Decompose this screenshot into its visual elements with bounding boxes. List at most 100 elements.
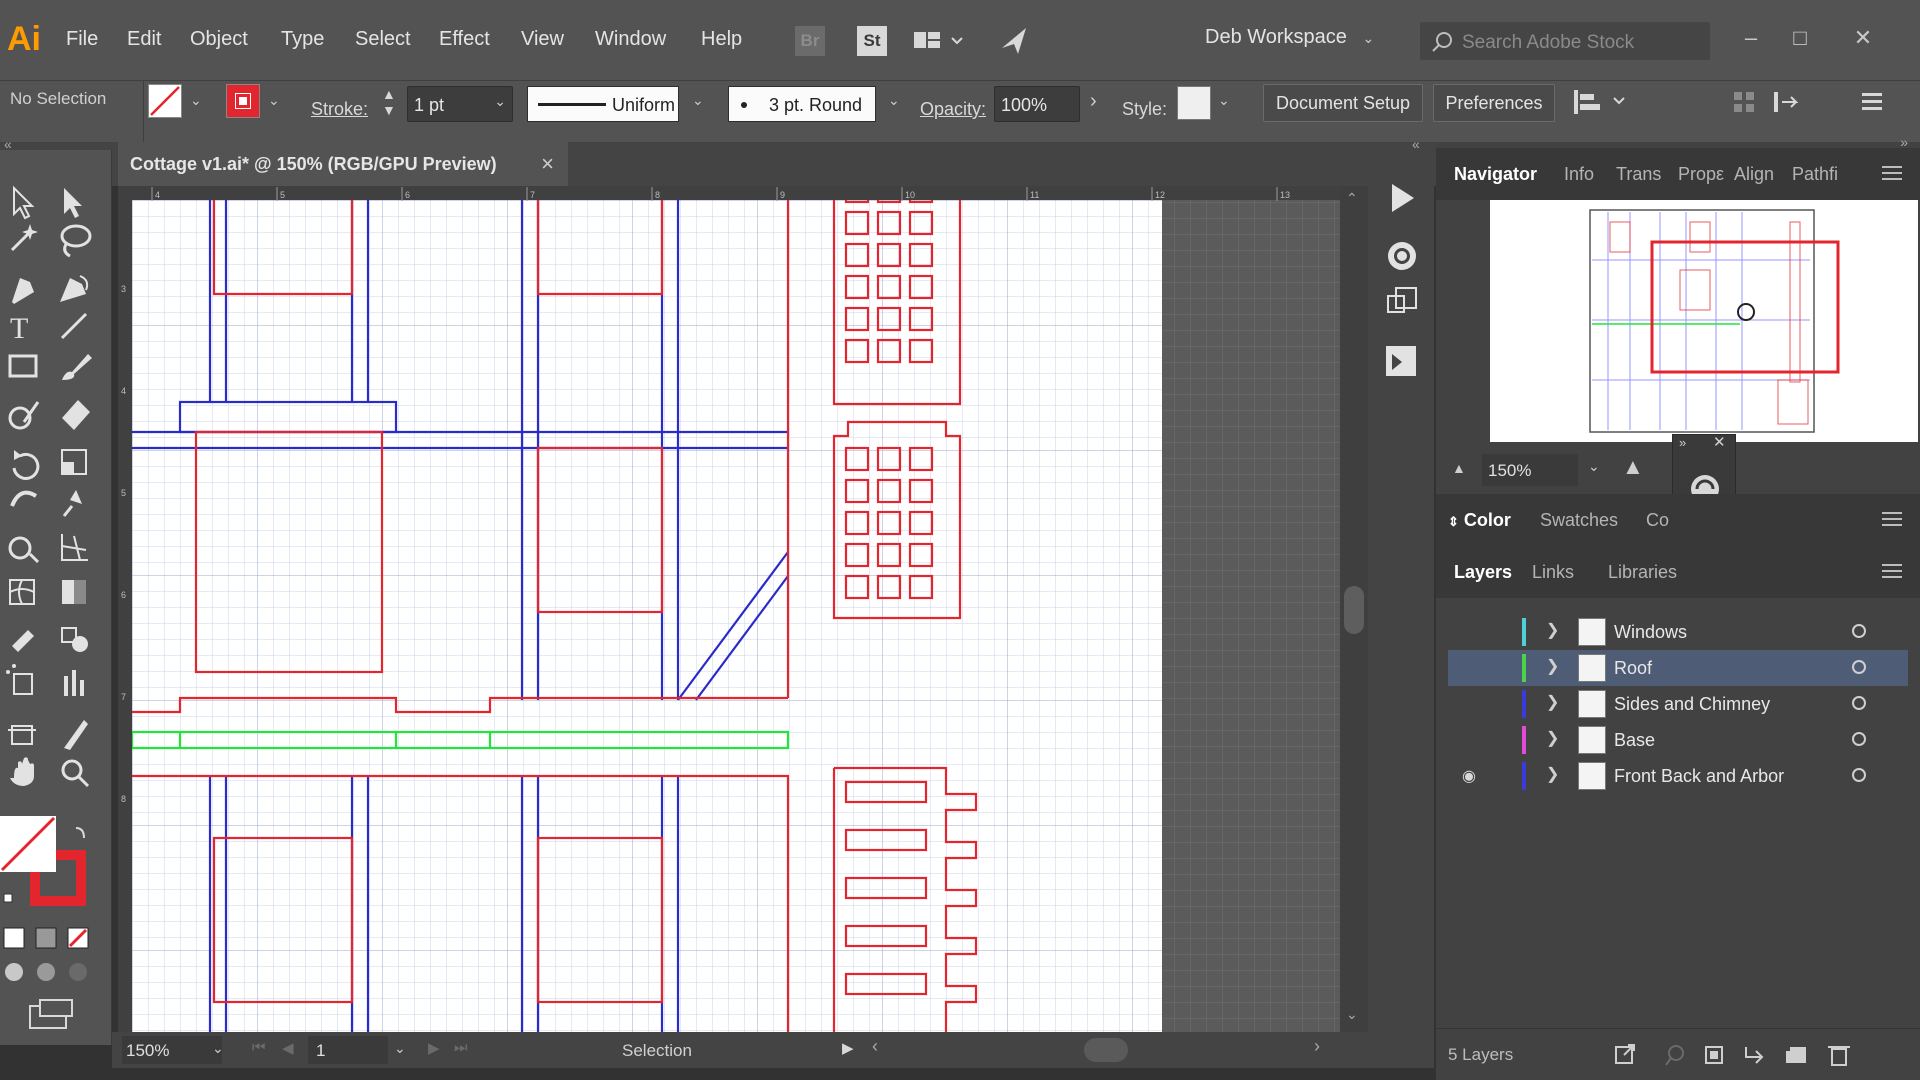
collect-for-export-icon[interactable] <box>1615 1044 1635 1064</box>
layers-menu-icon[interactable] <box>1882 562 1904 585</box>
tab-properties[interactable]: Propε <box>1678 164 1724 185</box>
menu-select[interactable]: Select <box>355 28 411 51</box>
zoom-field[interactable]: 150% <box>122 1036 222 1064</box>
transform-again-icon[interactable] <box>1772 88 1812 121</box>
bridge-button[interactable]: Br <box>795 26 825 56</box>
tab-align[interactable]: Align <box>1734 164 1774 185</box>
layer-target-icon[interactable] <box>1852 732 1866 746</box>
horizontal-ruler[interactable]: 4 5 6 7 8 9 10 11 12 13 <box>118 186 1350 201</box>
chevron-right-icon[interactable]: ❯ <box>1546 764 1559 784</box>
perspective-grid-tool-icon[interactable] <box>61 534 88 561</box>
menu-window[interactable]: Window <box>595 28 666 51</box>
brush-dropdown-icon[interactable]: ⌄ <box>888 92 900 109</box>
curvature-tool-icon[interactable] <box>60 275 89 302</box>
puppet-warp-tool-icon[interactable] <box>62 490 82 517</box>
shaper-tool-icon[interactable] <box>8 401 40 430</box>
menu-effect[interactable]: Effect <box>439 28 490 51</box>
chevron-right-icon[interactable]: ❯ <box>1546 656 1559 676</box>
tab-libraries[interactable]: Libraries <box>1608 562 1677 583</box>
fill-dropdown-icon[interactable]: ⌄ <box>190 92 202 109</box>
symbol-sprayer-tool-icon[interactable] <box>6 664 33 695</box>
brush-definition[interactable]: 3 pt. Round <box>728 86 876 122</box>
zoom-tool-icon[interactable] <box>61 759 90 788</box>
vertical-scrollbar[interactable]: ⌃ ⌄ <box>1340 186 1368 1032</box>
isolate-icon[interactable] <box>1732 90 1756 119</box>
menu-help[interactable]: Help <box>701 28 742 51</box>
scroll-thumb[interactable] <box>1344 586 1364 634</box>
fill-swatch[interactable] <box>148 84 182 118</box>
tab-transform[interactable]: Trans <box>1616 164 1661 185</box>
horizontal-scroll-thumb[interactable] <box>1084 1038 1128 1062</box>
lasso-tool-icon[interactable] <box>60 224 92 258</box>
opacity-field[interactable]: 100% <box>994 86 1080 122</box>
close-mini-panel-icon[interactable]: ✕ <box>1713 433 1726 451</box>
hand-tool-icon[interactable] <box>10 757 34 786</box>
appearance-panel-icon[interactable] <box>1388 242 1416 270</box>
type-tool-icon[interactable]: T <box>10 312 28 345</box>
expand-mini-panel-icon[interactable]: » <box>1679 435 1686 450</box>
close-window-button[interactable]: ✕ <box>1843 18 1883 58</box>
stroke-dropdown-icon[interactable]: ⌄ <box>268 92 280 109</box>
transform-panel-icon[interactable] <box>1387 287 1417 313</box>
layer-target-icon[interactable] <box>1852 696 1866 710</box>
warp-tool-icon[interactable] <box>10 490 38 507</box>
previous-artboard-icon[interactable]: ◀ <box>282 1039 294 1057</box>
profile-dropdown-icon[interactable]: ⌄ <box>692 92 704 109</box>
tab-info[interactable]: Info <box>1564 164 1594 185</box>
pen-tool-icon[interactable] <box>12 278 34 304</box>
visibility-toggle[interactable] <box>1462 658 1482 678</box>
tab-links[interactable]: Links <box>1532 562 1574 583</box>
layer-target-icon[interactable] <box>1852 624 1866 638</box>
menu-file[interactable]: File <box>66 28 98 51</box>
gradient-tool-icon[interactable] <box>62 580 86 604</box>
chevron-right-icon[interactable]: ❯ <box>1546 620 1559 640</box>
layer-row[interactable]: ❯ Base <box>1448 722 1908 758</box>
make-clipping-mask-icon[interactable] <box>1705 1046 1723 1064</box>
document-setup-button[interactable]: Document Setup <box>1263 84 1423 122</box>
stock-button[interactable]: St <box>857 26 887 56</box>
tab-color-guide[interactable]: Co <box>1646 510 1669 531</box>
chevron-right-icon[interactable]: ❯ <box>1546 728 1559 748</box>
zoom-out-icon[interactable]: ▲ <box>1452 460 1466 476</box>
variable-width-profile[interactable]: Uniform <box>527 86 679 122</box>
scroll-left-icon[interactable]: ‹ <box>872 1036 882 1064</box>
last-artboard-icon[interactable]: ⏭ <box>454 1039 468 1056</box>
document-tab[interactable]: Cottage v1.ai* @ 150% (RGB/GPU Preview) … <box>118 142 568 186</box>
artboard-canvas[interactable] <box>118 186 1350 1032</box>
style-dropdown-icon[interactable]: ⌄ <box>1218 92 1230 109</box>
stroke-stepper[interactable]: ▲ ▼ <box>382 86 396 118</box>
menu-view[interactable]: View <box>521 28 564 51</box>
actions-panel-icon[interactable] <box>1392 184 1414 212</box>
rectangle-tool-icon[interactable] <box>8 354 38 378</box>
stroke-weight-field[interactable]: 1 pt ⌄ <box>407 86 513 122</box>
layer-row[interactable]: ❯ Sides and Chimney <box>1448 686 1908 722</box>
stroke-label[interactable]: Stroke: <box>311 99 368 120</box>
zoom-dropdown-icon[interactable]: ⌄ <box>212 1040 224 1057</box>
preferences-button[interactable]: Preferences <box>1433 84 1555 122</box>
tab-navigator[interactable]: Navigator <box>1454 164 1537 185</box>
artboards-panel-icon[interactable] <box>1386 346 1416 376</box>
menu-object[interactable]: Object <box>190 28 248 51</box>
visibility-toggle[interactable] <box>1462 694 1482 714</box>
stroke-swatch[interactable] <box>226 84 260 118</box>
shape-builder-tool-icon[interactable] <box>8 536 40 564</box>
maximize-button[interactable]: □ <box>1780 18 1820 58</box>
eye-icon[interactable]: ◉ <box>1462 766 1476 786</box>
layer-row[interactable]: ◉ ❯ Front Back and Arbor <box>1448 758 1908 794</box>
artboard-dropdown-icon[interactable]: ⌄ <box>394 1040 406 1057</box>
layer-target-icon[interactable] <box>1852 660 1866 674</box>
navigator-menu-icon[interactable] <box>1882 164 1904 187</box>
next-artboard-icon[interactable]: ▶ <box>428 1039 440 1057</box>
navigator-preview[interactable] <box>1490 200 1918 442</box>
close-document-icon[interactable]: × <box>541 151 554 177</box>
mesh-tool-icon[interactable] <box>9 579 35 605</box>
scroll-down-icon[interactable]: ⌄ <box>1346 1006 1358 1023</box>
paintbrush-tool-icon[interactable] <box>62 354 92 380</box>
menu-type[interactable]: Type <box>281 28 324 51</box>
tab-swatches[interactable]: Swatches <box>1540 510 1618 531</box>
draw-mode-buttons[interactable] <box>5 963 87 981</box>
chevron-right-icon[interactable]: ❯ <box>1546 692 1559 712</box>
rotate-tool-icon[interactable] <box>12 450 40 480</box>
magic-wand-tool-icon[interactable] <box>10 224 38 252</box>
graphic-style-swatch[interactable] <box>1177 86 1211 120</box>
